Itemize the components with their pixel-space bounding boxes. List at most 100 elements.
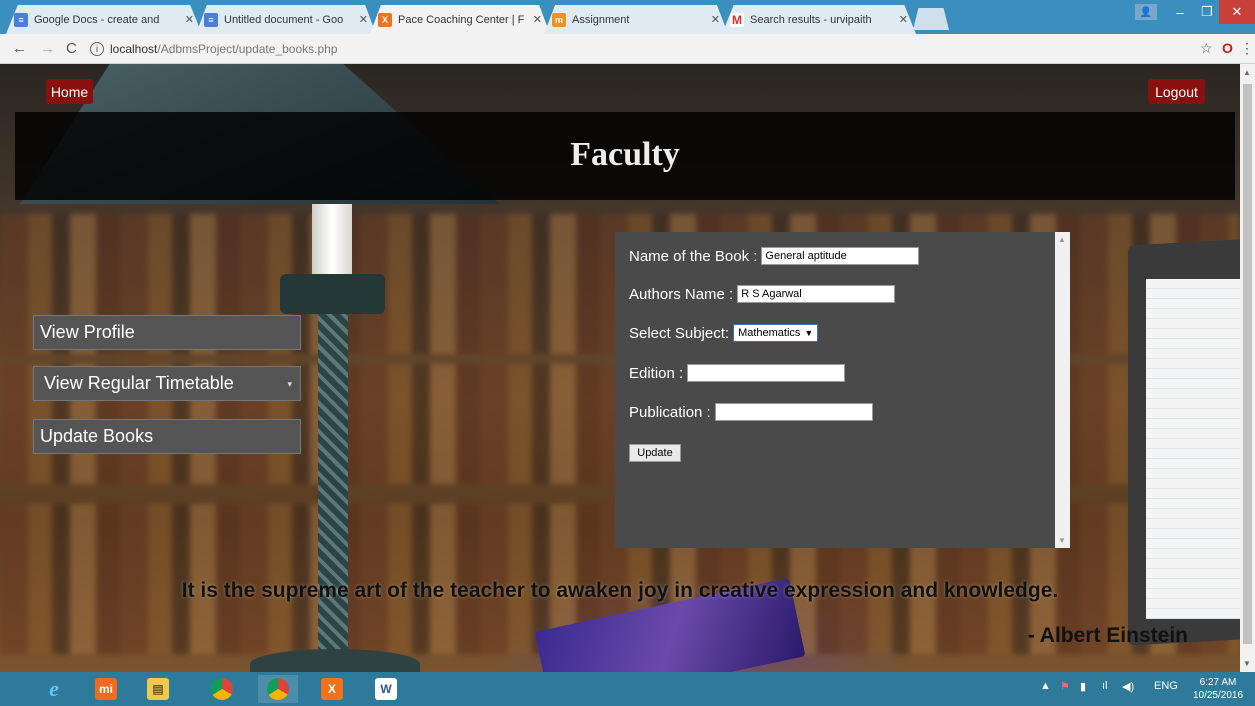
quote-text: It is the supreme art of the teacher to …: [181, 579, 1059, 602]
taskbar-chrome-active[interactable]: [258, 675, 298, 703]
close-icon[interactable]: ✕: [711, 13, 720, 26]
subject-selected-value: Mathematics: [738, 327, 801, 339]
maximize-button[interactable]: ❐: [1195, 0, 1219, 24]
menu-item-label: View Profile: [40, 322, 135, 342]
windows-taskbar: e mi ▤ X W ▲ ⚑ ▮ ıl ◀) ENG 6:27 AM 10/25…: [0, 672, 1255, 706]
author-input[interactable]: R S Agarwal: [737, 285, 896, 303]
scroll-down-icon[interactable]: ▼: [1058, 536, 1066, 545]
taskbar-file-explorer[interactable]: ▤: [138, 675, 178, 703]
url-path: /AdbmsProject/update_books.php: [157, 42, 338, 56]
tab-google-docs[interactable]: ≡ Google Docs - create and ✕: [6, 5, 202, 34]
menu-item-label: View Regular Timetable: [44, 373, 234, 393]
book-name-label: Name of the Book :: [629, 247, 758, 265]
tray-signal-icon[interactable]: ıl: [1102, 680, 1108, 692]
laptop-screen-image: [1146, 279, 1240, 619]
menu-item-view-regular-timetable[interactable]: View Regular Timetable ▾: [33, 366, 301, 401]
tray-network-icon[interactable]: ▮: [1080, 680, 1086, 693]
subject-row: Select Subject: Mathematics ▼: [629, 324, 819, 342]
tab-pace-coaching[interactable]: X Pace Coaching Center | F ✕: [370, 5, 550, 34]
clock-time: 6:27 AM: [1199, 677, 1237, 688]
close-icon[interactable]: ✕: [359, 13, 368, 26]
tray-flag-icon[interactable]: ⚑: [1060, 680, 1070, 693]
chrome-icon: [211, 678, 233, 700]
info-icon[interactable]: i: [90, 42, 104, 56]
xampp-icon: X: [321, 678, 343, 700]
opera-extension-icon[interactable]: O: [1222, 40, 1233, 56]
ie-icon: e: [49, 676, 59, 701]
page-viewport: Home Logout Faculty View Profile View Re…: [0, 64, 1240, 672]
edition-row: Edition :: [629, 364, 846, 382]
scroll-down-icon[interactable]: ▼: [1243, 659, 1251, 668]
lamp-stem-image: [318, 314, 348, 654]
scroll-up-icon[interactable]: ▲: [1058, 235, 1066, 244]
update-books-form: Name of the Book : General aptitude Auth…: [615, 232, 1070, 548]
publication-label: Publication :: [629, 403, 711, 421]
edition-input[interactable]: [687, 364, 846, 382]
scroll-up-icon[interactable]: ▲: [1243, 68, 1251, 77]
tray-volume-icon[interactable]: ◀): [1122, 680, 1134, 693]
url-field[interactable]: i localhost /AdbmsProject/update_books.p…: [90, 38, 1200, 60]
logout-button[interactable]: Logout: [1148, 79, 1205, 104]
url-host: localhost: [110, 42, 158, 56]
browser-menu-icon[interactable]: ⋮: [1240, 40, 1254, 57]
tab-search-results[interactable]: M Search results - urvipaith ✕: [722, 5, 916, 34]
quote-author: - Albert Einstein: [1027, 624, 1188, 647]
file-explorer-icon: ▤: [147, 678, 169, 700]
gmail-icon: M: [730, 12, 744, 27]
address-bar-row: ← → C i localhost /AdbmsProject/update_b…: [0, 34, 1255, 64]
lamp-base-image: [250, 649, 420, 672]
back-icon[interactable]: ←: [12, 40, 27, 57]
publication-row: Publication :: [629, 403, 873, 421]
publication-input[interactable]: [714, 403, 873, 421]
edition-label: Edition :: [629, 364, 684, 382]
user-profile-icon[interactable]: 👤: [1135, 4, 1157, 20]
menu-item-view-profile[interactable]: View Profile: [33, 315, 301, 350]
subject-select[interactable]: Mathematics ▼: [733, 324, 819, 342]
tab-label: Search results - urvipaith: [750, 13, 872, 26]
taskbar-chrome[interactable]: [202, 675, 242, 703]
moodle-icon: m: [552, 12, 566, 27]
close-icon[interactable]: ✕: [899, 13, 908, 26]
new-tab-button[interactable]: [913, 8, 949, 30]
word-icon: W: [375, 678, 397, 700]
subject-label: Select Subject:: [629, 324, 730, 342]
chrome-icon: [267, 678, 289, 700]
author-label: Authors Name :: [629, 285, 734, 303]
forward-icon[interactable]: →: [40, 40, 55, 57]
home-button[interactable]: Home: [46, 79, 93, 104]
docs-icon: ≡: [204, 12, 218, 27]
close-icon[interactable]: ✕: [533, 13, 542, 26]
form-scrollbar[interactable]: ▲ ▼: [1055, 232, 1070, 548]
header-banner: Faculty: [15, 112, 1235, 200]
close-icon[interactable]: ✕: [185, 13, 194, 26]
dropdown-caret-icon: ▾: [287, 379, 292, 389]
tab-label: Assignment: [572, 13, 630, 26]
chevron-down-icon: ▼: [804, 328, 814, 338]
candle-holder-image: [280, 274, 385, 314]
taskbar-ie[interactable]: e: [34, 675, 74, 703]
tab-assignment[interactable]: m Assignment ✕: [544, 5, 728, 34]
reload-icon[interactable]: C: [66, 40, 77, 57]
language-indicator[interactable]: ENG: [1154, 680, 1178, 692]
page-scrollbar[interactable]: ▲ ▼: [1240, 64, 1255, 672]
menu-item-update-books[interactable]: Update Books: [33, 419, 301, 454]
xampp-icon: X: [378, 12, 392, 27]
clock-date: 10/25/2016: [1192, 690, 1244, 701]
taskbar-xampp[interactable]: X: [312, 675, 352, 703]
update-button[interactable]: Update: [629, 444, 681, 462]
system-clock[interactable]: 6:27 AM 10/25/2016: [1188, 676, 1248, 702]
close-window-button[interactable]: ✕: [1219, 0, 1255, 24]
docs-icon: ≡: [14, 12, 28, 27]
taskbar-mi[interactable]: mi: [86, 675, 126, 703]
tab-label: Untitled document - Goo: [224, 13, 344, 26]
tab-label: Google Docs - create and: [34, 13, 160, 26]
taskbar-word[interactable]: W: [366, 675, 406, 703]
tray-expand-icon[interactable]: ▲: [1040, 680, 1051, 692]
minimize-button[interactable]: –: [1165, 0, 1195, 24]
book-name-input[interactable]: General aptitude: [761, 247, 920, 265]
bookmark-star-icon[interactable]: ☆: [1200, 40, 1213, 57]
page-title: Faculty: [570, 136, 680, 173]
scrollbar-thumb[interactable]: [1243, 84, 1252, 644]
browser-tab-bar: ≡ Google Docs - create and ✕ ≡ Untitled …: [0, 0, 1255, 34]
tab-untitled-document[interactable]: ≡ Untitled document - Goo ✕: [196, 5, 376, 34]
